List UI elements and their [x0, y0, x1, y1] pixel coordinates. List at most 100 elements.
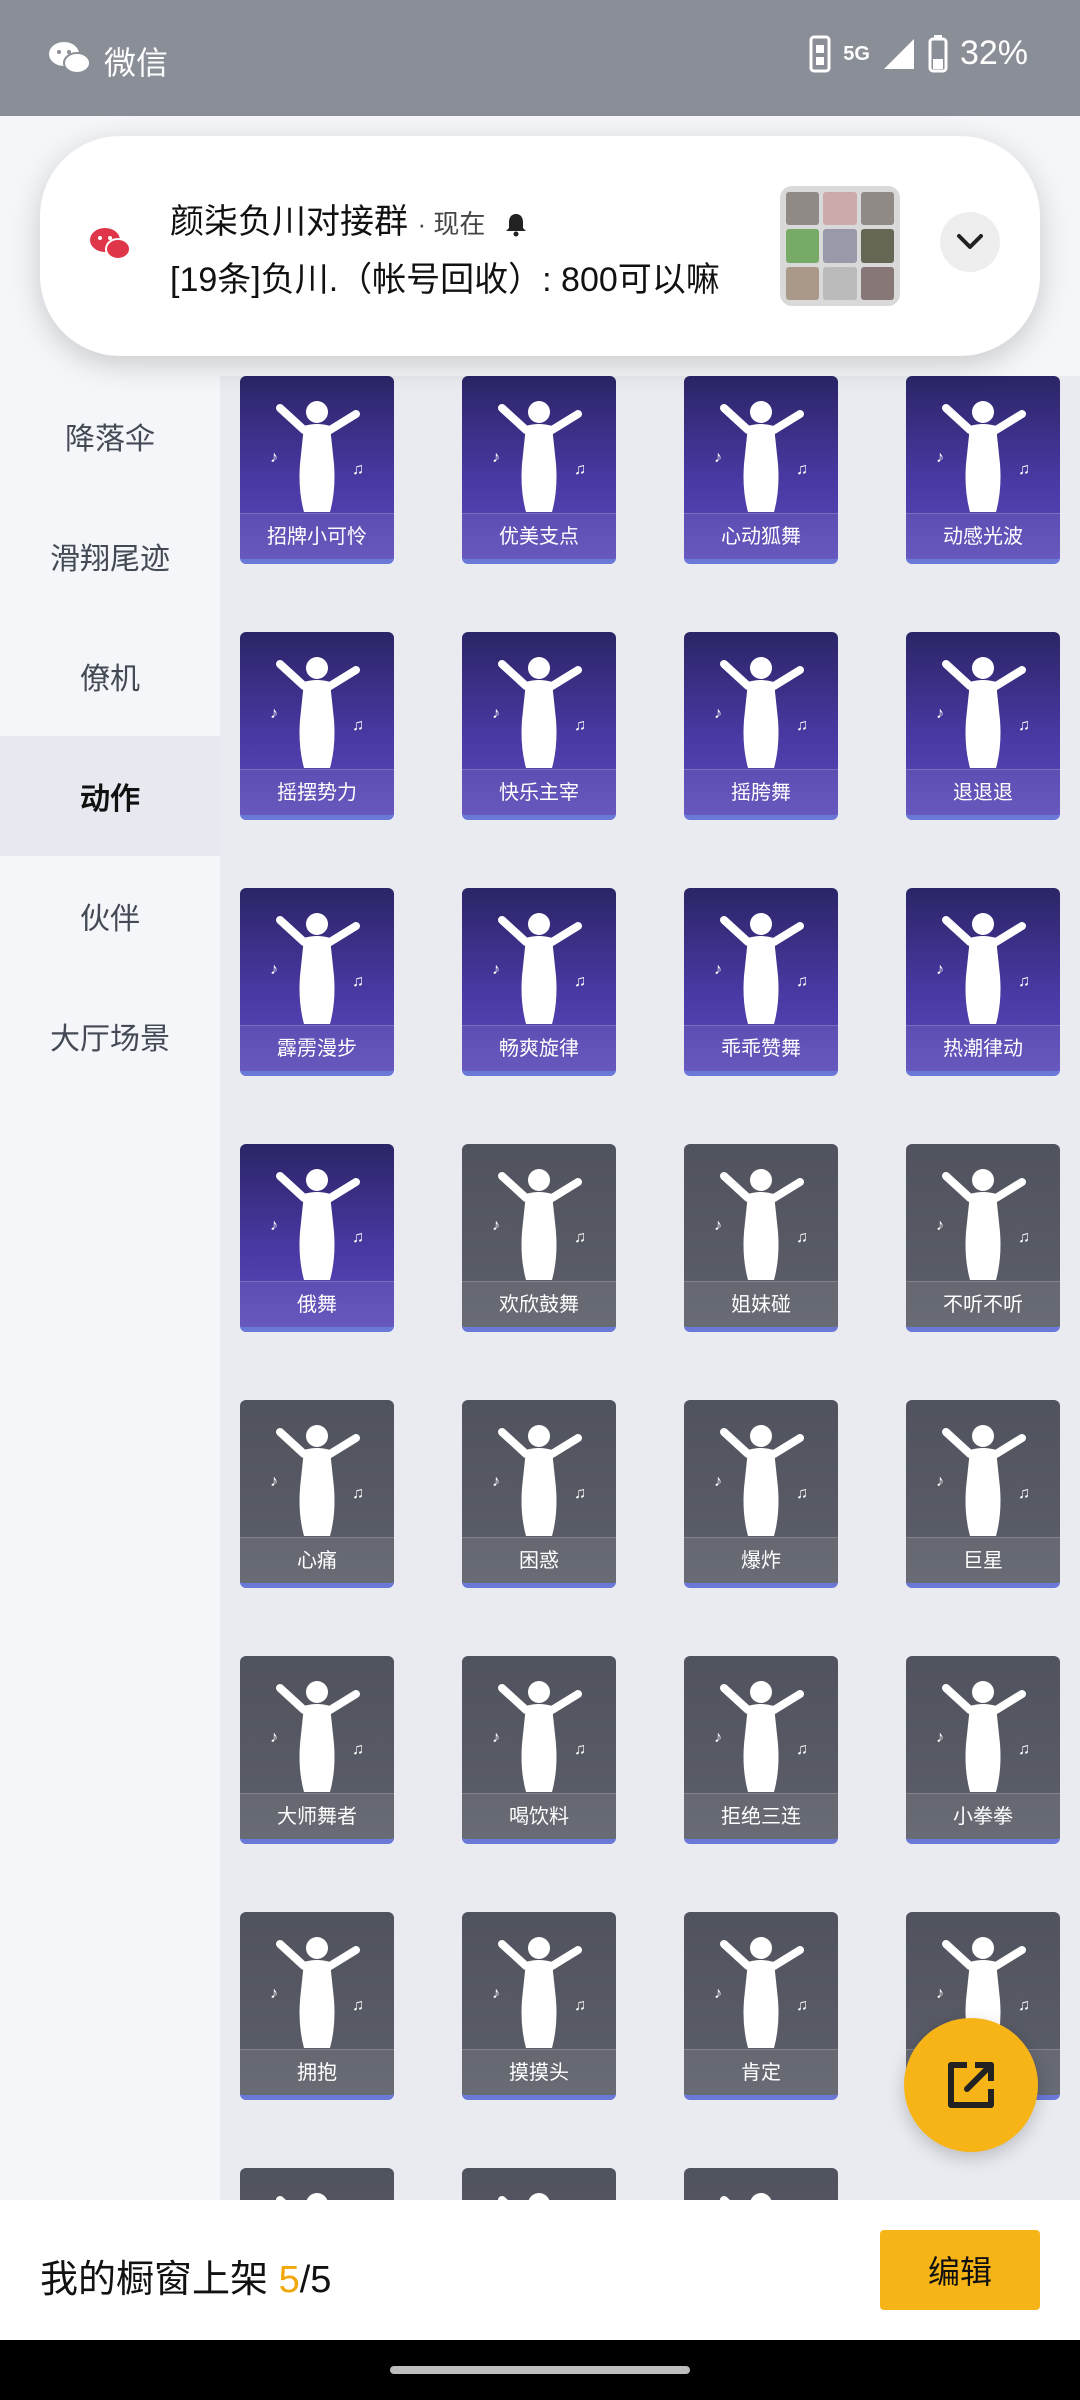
emote-card[interactable]: ♪♫ — [462, 2168, 616, 2200]
emote-card[interactable]: ♪ ♫ 肯定 — [684, 1912, 838, 2100]
emote-figure-icon: ♪♫ — [704, 1930, 818, 2050]
battery-icon — [928, 34, 948, 72]
emote-figure-icon: ♪♫ — [704, 1418, 818, 1538]
svg-text:♪: ♪ — [492, 1217, 500, 1234]
emote-name: 不听不听 — [906, 1281, 1060, 1327]
svg-text:♪: ♪ — [270, 705, 278, 722]
svg-text:♫: ♫ — [352, 1741, 364, 1758]
emote-figure-icon: ♪♫ — [260, 906, 374, 1026]
emote-card[interactable]: ♪ ♫ 摇摆势力 — [240, 632, 394, 820]
expand-notification-button[interactable] — [940, 212, 1000, 272]
emote-card[interactable]: ♪ ♫ 退退退 — [906, 632, 1060, 820]
showcase-label: 我的橱窗上架 5/5 — [40, 2248, 331, 2303]
status-app-label: 微信 — [104, 45, 169, 81]
svg-text:♫: ♫ — [1018, 1997, 1030, 2014]
emote-card[interactable]: ♪ ♫ 拥抱 — [240, 1912, 394, 2100]
emote-name: 肯定 — [684, 2049, 838, 2095]
sidebar-item-label: 动作 — [80, 783, 140, 816]
sidebar-item-label: 大厅场景 — [50, 1023, 170, 1056]
emote-card[interactable]: ♪ ♫ 拒绝三连 — [684, 1656, 838, 1844]
sidebar-item-wingman[interactable]: 僚机 — [0, 616, 220, 736]
emote-card[interactable]: ♪ ♫ 乖乖赞舞 — [684, 888, 838, 1076]
emote-name: 巨星 — [906, 1537, 1060, 1583]
svg-text:♪: ♪ — [492, 1985, 500, 2002]
external-link-icon — [948, 2062, 994, 2108]
chevron-down-icon — [957, 234, 983, 249]
emote-card[interactable]: ♪ ♫ 优美支点 — [462, 376, 616, 564]
sidebar-item-lobby-scene[interactable]: 大厅场景 — [0, 976, 220, 1096]
emote-card[interactable]: ♪ ♫ 欢欣鼓舞 — [462, 1144, 616, 1332]
emote-card[interactable]: ♪♫ — [684, 2168, 838, 2200]
emote-figure-icon: ♪♫ — [482, 394, 596, 514]
emote-card[interactable]: ♪ ♫ 摸摸头 — [462, 1912, 616, 2100]
svg-text:♪: ♪ — [936, 1729, 944, 1746]
emote-card[interactable]: ♪ ♫ 动感光波 — [906, 376, 1060, 564]
sidebar-item-emote[interactable]: 动作 — [0, 736, 220, 856]
emote-figure-icon: ♪♫ — [260, 2186, 374, 2200]
emote-figure-icon: ♪♫ — [926, 1418, 1040, 1538]
svg-text:♪: ♪ — [492, 705, 500, 722]
emote-card[interactable]: ♪ ♫ 霹雳漫步 — [240, 888, 394, 1076]
emote-card[interactable]: ♪ ♫ 热潮律动 — [906, 888, 1060, 1076]
signal-icon — [883, 38, 914, 69]
notification-time: · 现在 — [417, 209, 486, 239]
showcase-count-separator: / — [299, 2259, 311, 2301]
emote-card[interactable]: ♪ ♫ 摇胯舞 — [684, 632, 838, 820]
emote-card[interactable]: ♪ ♫ 大师舞者 — [240, 1656, 394, 1844]
emote-name: 摸摸头 — [462, 2049, 616, 2095]
emote-figure-icon: ♪♫ — [704, 650, 818, 770]
svg-text:♫: ♫ — [574, 717, 586, 734]
svg-text:♫: ♫ — [796, 461, 808, 478]
emote-card[interactable]: ♪ ♫ 心动狐舞 — [684, 376, 838, 564]
emote-figure-icon: ♪♫ — [704, 1162, 818, 1282]
emote-figure-icon: ♪♫ — [260, 650, 374, 770]
emote-card[interactable]: ♪ ♫ 快乐主宰 — [462, 632, 616, 820]
emote-card[interactable]: ♪♫ — [240, 2168, 394, 2200]
emote-grid: ♪ ♫ 招牌小可怜 ♪ ♫ 优美支点 ♪ ♫ 心动狐舞 ♪ ♫ 动感光波 ♪ ♫ 摇摆势力 ♪ ♫ 快乐主宰 ♪ ♫ 摇… — [240, 376, 1080, 2200]
emote-card[interactable]: ♪ ♫ 畅爽旋律 — [462, 888, 616, 1076]
svg-text:♫: ♫ — [352, 1485, 364, 1502]
emote-figure-icon: ♪♫ — [482, 1930, 596, 2050]
message-notification[interactable]: 颜柒负川对接群 · 现在 [19条]负川.（帐号回收）: 800可以嘛 — [40, 136, 1040, 356]
svg-text:♫: ♫ — [574, 973, 586, 990]
emote-figure-icon: ♪♫ — [260, 1930, 374, 2050]
svg-text:♫: ♫ — [1018, 1485, 1030, 1502]
emote-card[interactable]: ♪ ♫ 小拳拳 — [906, 1656, 1060, 1844]
edit-button[interactable]: 编辑 — [880, 2230, 1040, 2310]
bell-icon — [505, 214, 526, 237]
emote-card[interactable]: ♪ ♫ 心痛 — [240, 1400, 394, 1588]
emote-card[interactable]: ♪ ♫ 巨星 — [906, 1400, 1060, 1588]
svg-text:♫: ♫ — [352, 1229, 364, 1246]
sidebar-item-label: 降落伞 — [65, 423, 155, 456]
emote-card[interactable]: ♪ ♫ 不听不听 — [906, 1144, 1060, 1332]
svg-text:♪: ♪ — [714, 961, 722, 978]
svg-text:♫: ♫ — [574, 461, 586, 478]
emote-name: 摇摆势力 — [240, 769, 394, 815]
emote-card[interactable]: ♪ ♫ 爆炸 — [684, 1400, 838, 1588]
emote-figure-icon: ♪♫ — [482, 1674, 596, 1794]
status-bar: 微信 5G 32% — [0, 0, 1080, 116]
svg-text:♪: ♪ — [936, 1985, 944, 2002]
emote-card[interactable]: ♪ ♫ 姐妹碰 — [684, 1144, 838, 1332]
emote-card[interactable]: ♪ ♫ 困惑 — [462, 1400, 616, 1588]
emote-card[interactable]: ♪ ♫ 招牌小可怜 — [240, 376, 394, 564]
emote-card[interactable]: ♪ ♫ 俄舞 — [240, 1144, 394, 1332]
showcase-count-total: 5 — [310, 2259, 332, 2301]
sidebar-item-glide-trail[interactable]: 滑翔尾迹 — [0, 496, 220, 616]
sidebar-item-parachute[interactable]: 降落伞 — [0, 376, 220, 496]
svg-text:♫: ♫ — [1018, 717, 1030, 734]
svg-text:♫: ♫ — [796, 1229, 808, 1246]
svg-text:♫: ♫ — [574, 1997, 586, 2014]
sidebar-item-partner[interactable]: 伙伴 — [0, 856, 220, 976]
emote-name: 困惑 — [462, 1537, 616, 1583]
svg-text:♫: ♫ — [352, 973, 364, 990]
share-button[interactable] — [904, 2018, 1038, 2152]
emote-name: 欢欣鼓舞 — [462, 1281, 616, 1327]
emote-card[interactable]: ♪ ♫ 喝饮料 — [462, 1656, 616, 1844]
emote-figure-icon: ♪♫ — [704, 906, 818, 1026]
emote-figure-icon: ♪♫ — [260, 1162, 374, 1282]
home-gesture-handle[interactable] — [390, 2366, 690, 2374]
notification-title-row: 颜柒负川对接群 · 现在 — [170, 194, 529, 243]
svg-text:♫: ♫ — [796, 973, 808, 990]
emote-figure-icon: ♪♫ — [926, 1162, 1040, 1282]
